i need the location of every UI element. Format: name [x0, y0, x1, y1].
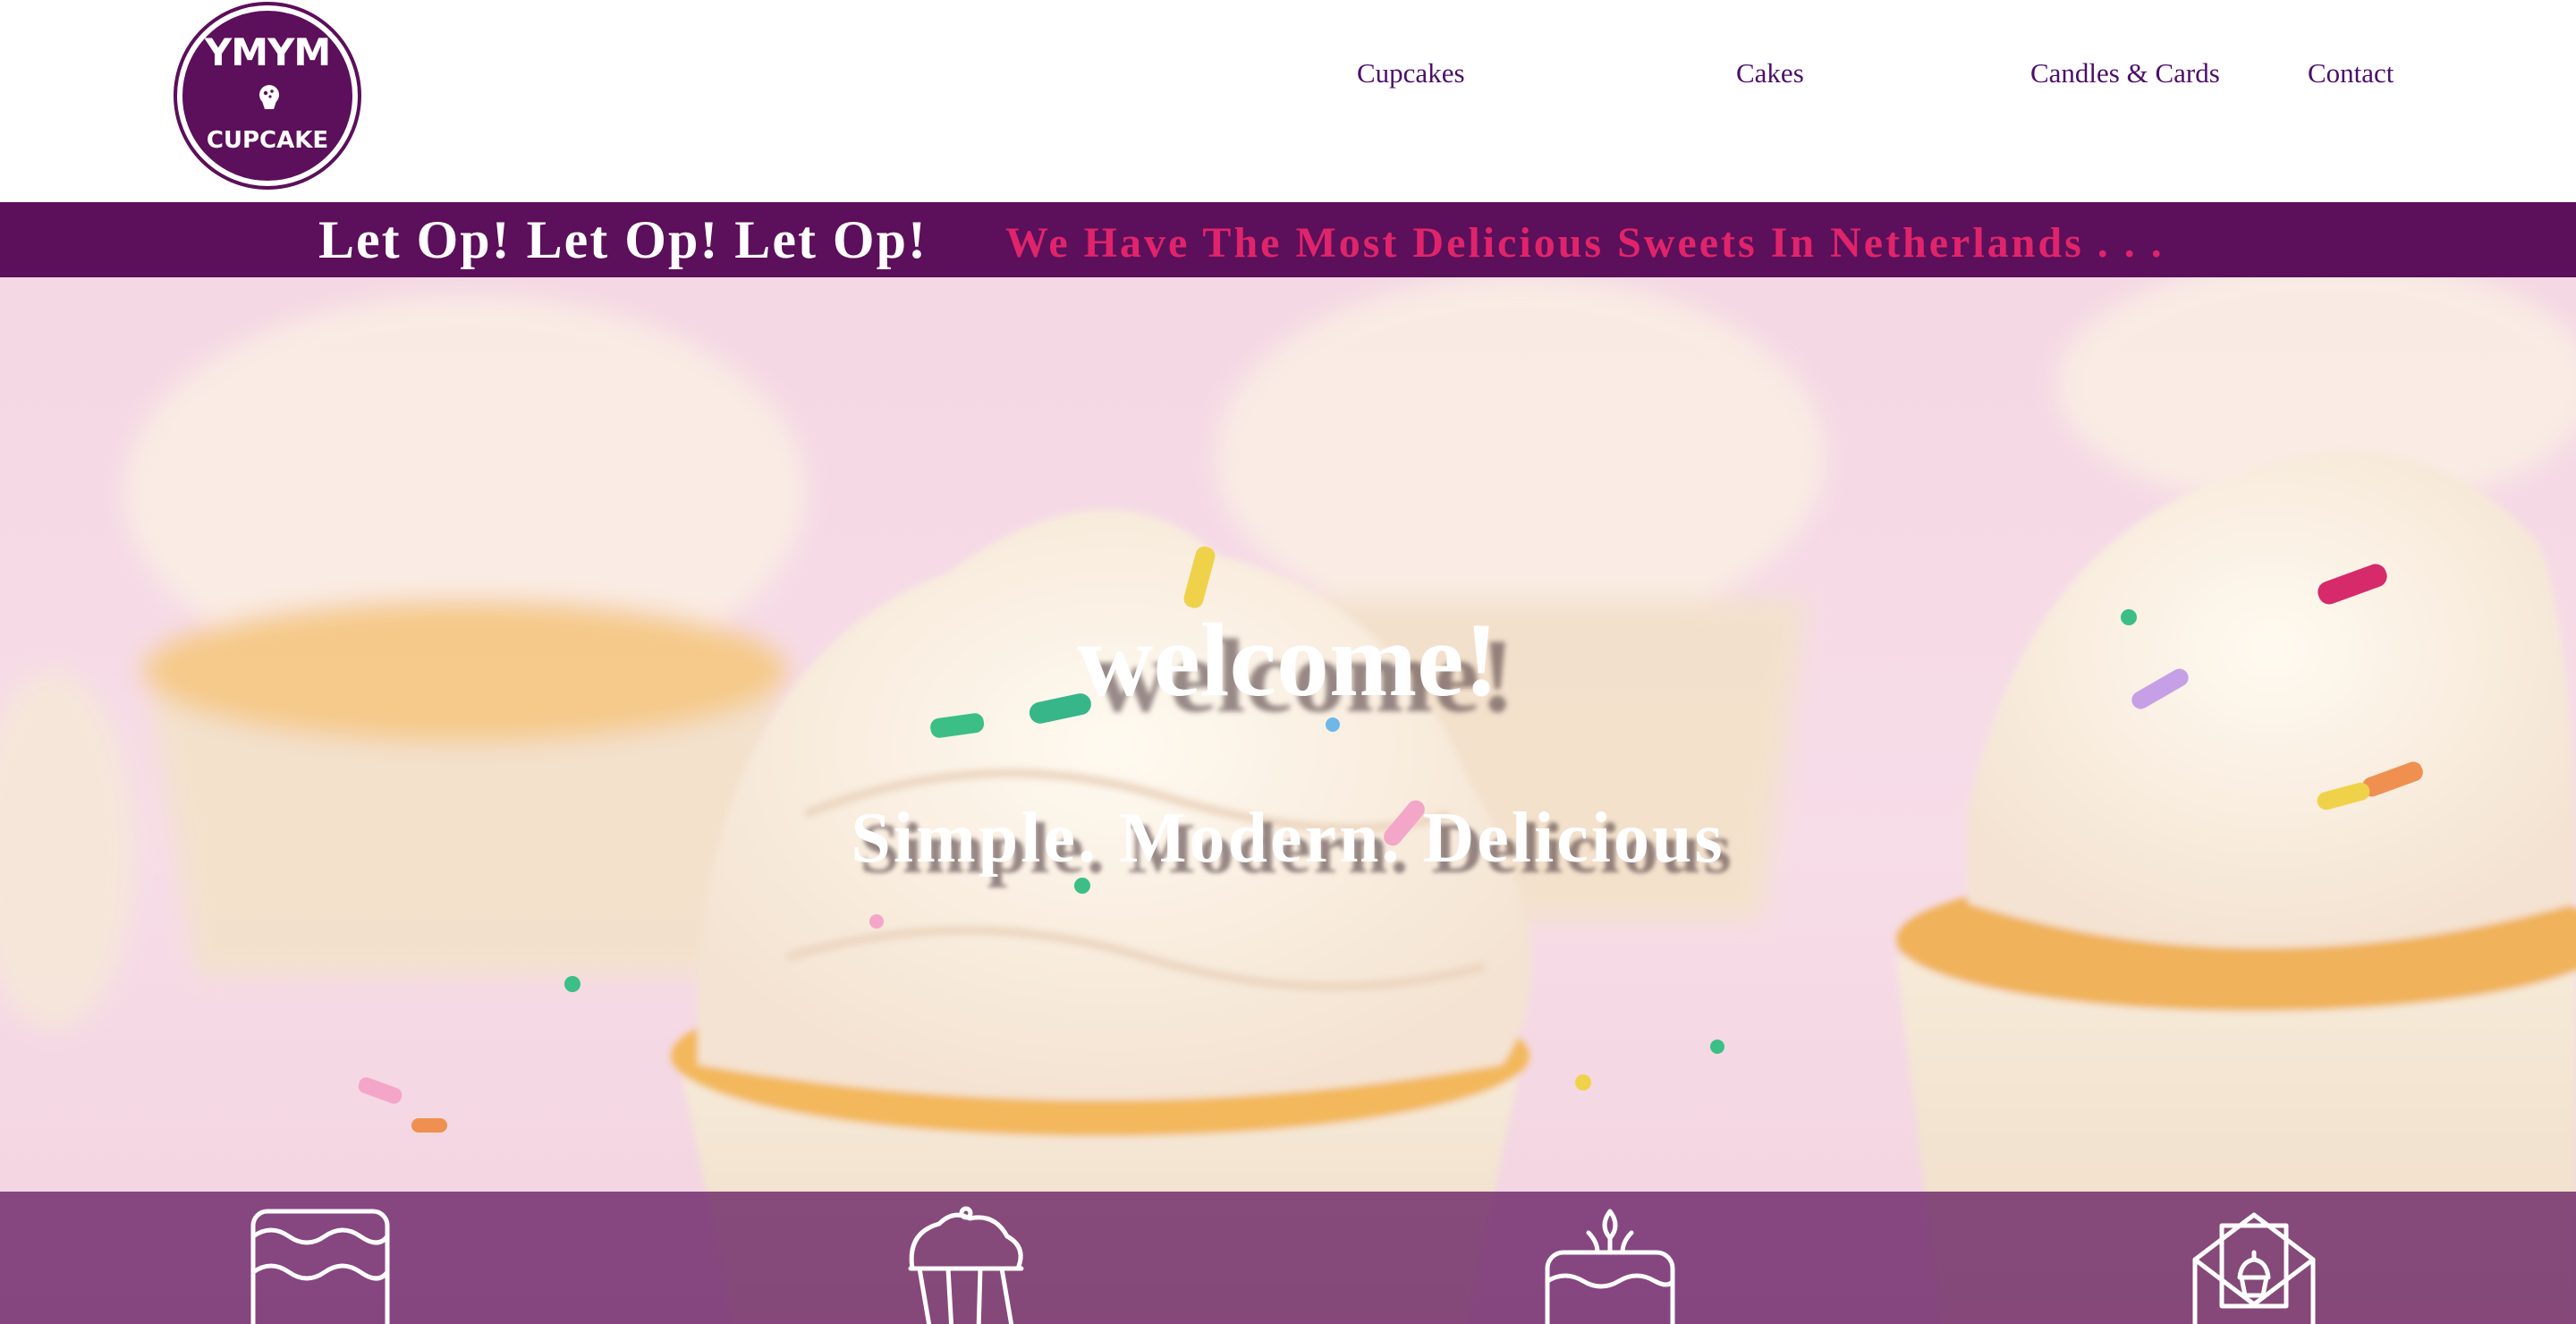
greeting-card-envelope-icon[interactable]: [2182, 1206, 2326, 1324]
ymym-cupcake-logo[interactable]: YMYM CUPCAKE: [177, 5, 358, 186]
cupcake-icon[interactable]: [894, 1206, 1038, 1324]
announcement-primary-text: Let Op! Let Op! Let Op!: [318, 210, 928, 269]
category-strip: [0, 1192, 2576, 1324]
nav-link-contact[interactable]: Contact: [2308, 57, 2394, 89]
logo-top-text: YMYM: [204, 30, 331, 74]
hero-banner: welcome! Simple. Modern. Delicious: [0, 277, 2576, 1324]
nav-link-cupcakes[interactable]: Cupcakes: [1357, 57, 1465, 89]
site-header: YMYM CUPCAKE Cupcakes Cakes Candles & Ca…: [0, 0, 2576, 202]
cupcake-icon: [259, 85, 279, 109]
announcement-secondary-text: We Have The Most Delicious Sweets In Net…: [1005, 219, 2165, 267]
hero-title: welcome!: [1077, 601, 1499, 718]
announcement-bar: Let Op! Let Op! Let Op! We Have The Most…: [0, 202, 2576, 277]
nav-link-cakes[interactable]: Cakes: [1736, 57, 1804, 89]
cake-icon[interactable]: [249, 1206, 392, 1324]
hero-subtitle: Simple. Modern. Delicious: [851, 799, 1725, 878]
logo-bottom-text: CUPCAKE: [206, 127, 329, 154]
birthday-candle-cake-icon[interactable]: [1538, 1206, 1682, 1324]
nav-link-candles-cards[interactable]: Candles & Cards: [2030, 57, 2220, 89]
